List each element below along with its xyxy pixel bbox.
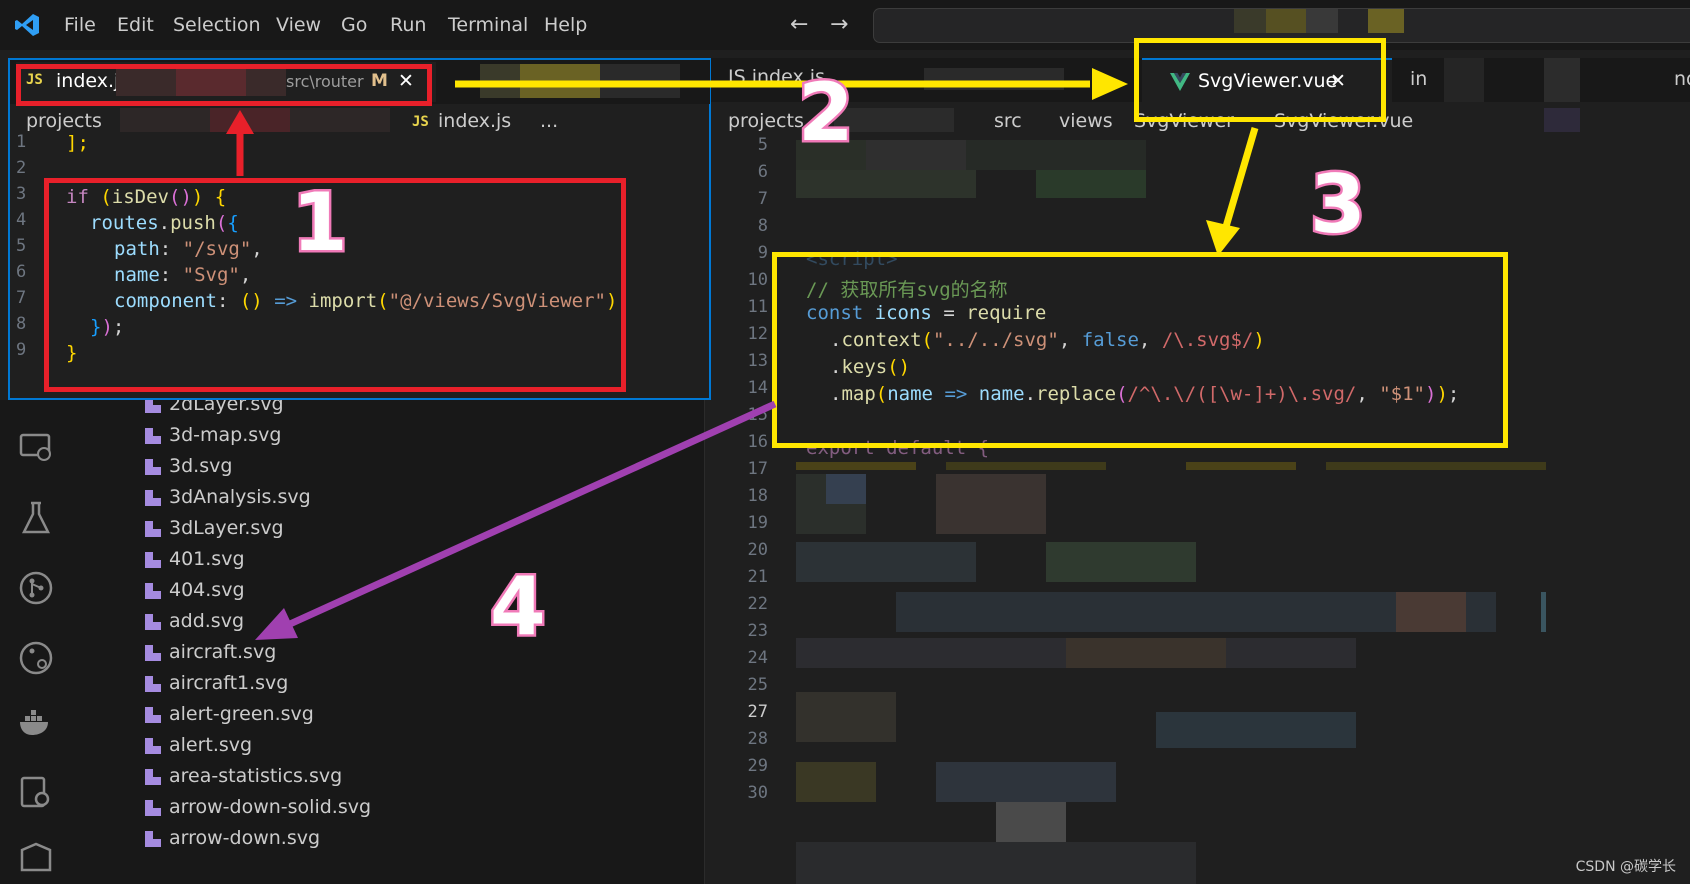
annotation-number-1: 1	[290, 174, 351, 272]
annotation-number-2: 2	[796, 64, 857, 162]
annotation-number-4: 4	[488, 558, 549, 656]
watermark: CSDN @碳学长	[1575, 859, 1676, 875]
annotation-number-3: 3	[1308, 156, 1369, 254]
